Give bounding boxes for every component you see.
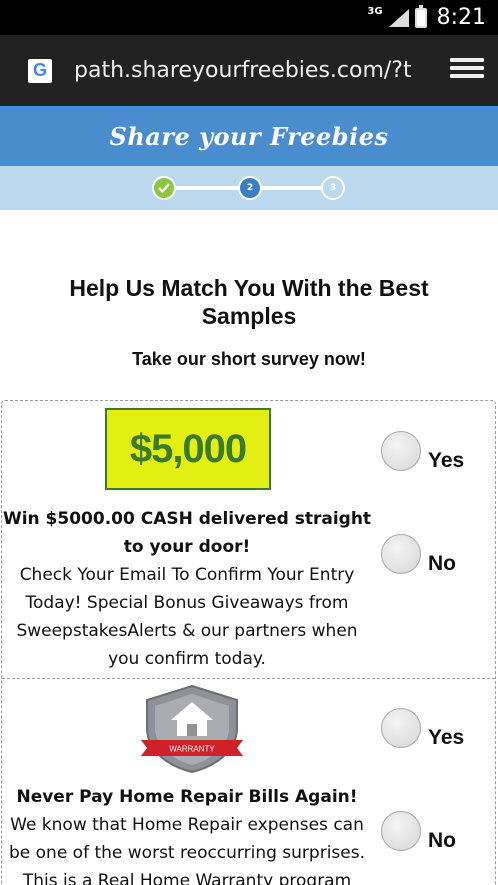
offer-list: $5,000 Win $5000.00 CASH delivered strai… <box>1 400 496 885</box>
no-label[interactable]: No <box>428 829 456 853</box>
offer-warranty: WARRANTY Never Pay Home Repair Bills Aga… <box>2 678 495 885</box>
page-subtitle: Take our short survey now! <box>132 349 366 369</box>
checkmark-icon <box>158 183 170 193</box>
prize-amount: $5,000 <box>129 426 247 471</box>
battery-icon <box>414 4 427 28</box>
step-2-current: 2 <box>238 176 262 200</box>
offer-cash: $5,000 Win $5000.00 CASH delivered strai… <box>2 401 495 679</box>
offer-title: Win $5000.00 CASH delivered straight to … <box>2 509 372 557</box>
offer-description: We know that Home Repair expenses can be… <box>8 815 366 885</box>
no-label[interactable]: No <box>428 552 456 576</box>
no-radio[interactable] <box>381 811 421 851</box>
ribbon-text: WARRANTY <box>169 745 215 754</box>
yes-radio[interactable] <box>381 708 421 748</box>
yes-label[interactable]: Yes <box>428 726 464 750</box>
site-header: Share your Freebies <box>0 106 498 166</box>
yes-radio[interactable] <box>381 431 421 471</box>
site-logo[interactable]: Share your Freebies <box>110 122 389 151</box>
offer-body: Win $5000.00 CASH delivered straight to … <box>2 505 372 673</box>
step-1-complete <box>152 176 176 200</box>
progress-steps: 2 3 <box>0 166 498 210</box>
prize-image: $5,000 <box>105 408 271 490</box>
url-bar[interactable]: path.shareyourfreebies.com/?t <box>74 58 440 83</box>
answer-no[interactable]: No <box>381 532 456 576</box>
browser-toolbar: G path.shareyourfreebies.com/?t <box>0 35 498 106</box>
offer-description: Check Your Email To Confirm Your Entry T… <box>16 565 358 669</box>
yes-label[interactable]: Yes <box>428 449 464 473</box>
step-3-upcoming: 3 <box>321 176 345 200</box>
clock: 8:21 <box>436 5 486 30</box>
no-radio[interactable] <box>381 534 421 574</box>
answer-yes[interactable]: Yes <box>381 706 464 750</box>
answer-no[interactable]: No <box>381 809 456 853</box>
page-title: Help Us Match You With the Best Samples <box>69 275 429 329</box>
warranty-shield-icon: WARRANTY <box>141 684 243 774</box>
status-bar: 3G 8:21 <box>0 0 498 35</box>
tabs-icon[interactable] <box>450 57 484 84</box>
offer-title: Never Pay Home Repair Bills Again! <box>16 787 358 807</box>
signal-icon <box>388 8 409 27</box>
offer-body: Never Pay Home Repair Bills Again! We kn… <box>2 783 372 885</box>
google-icon[interactable]: G <box>28 58 52 83</box>
answer-yes[interactable]: Yes <box>381 429 464 473</box>
network-type: 3G <box>367 6 383 17</box>
